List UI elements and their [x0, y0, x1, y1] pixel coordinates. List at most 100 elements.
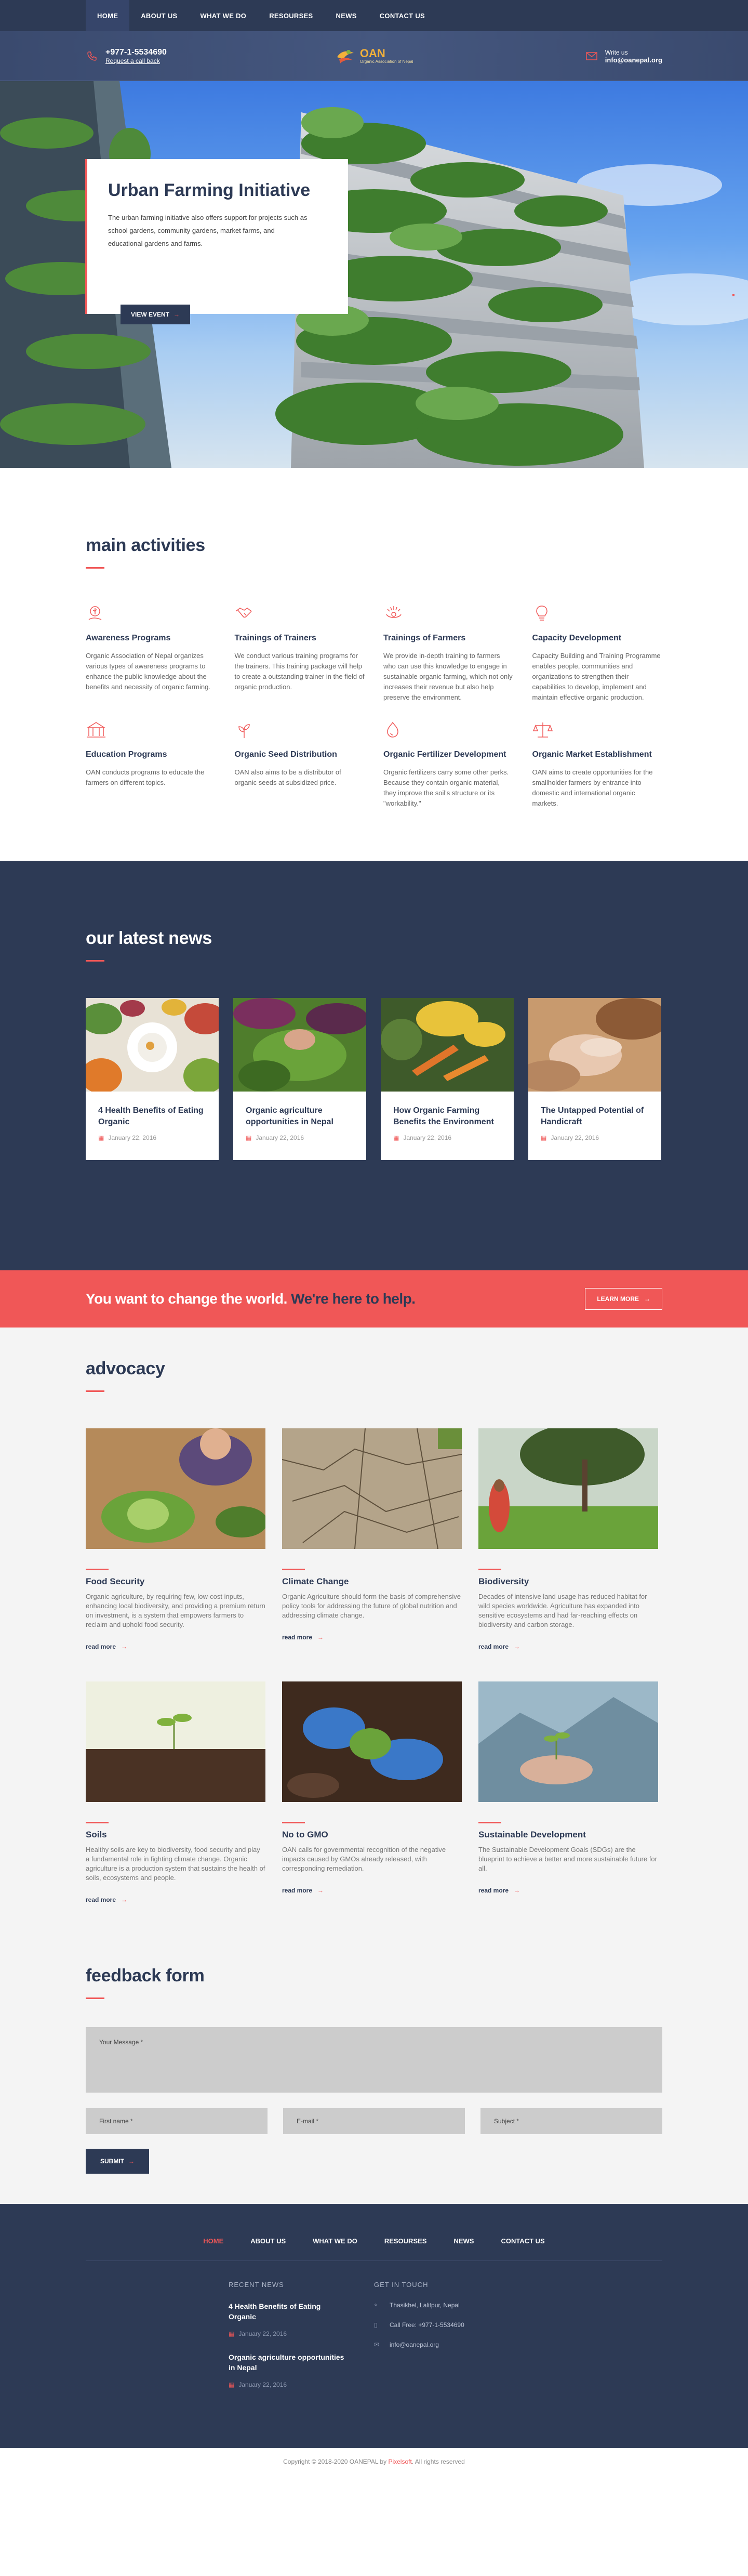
read-more-link[interactable]: read more → — [478, 1887, 658, 1894]
news-image[interactable] — [86, 998, 219, 1092]
read-more-link[interactable]: read more → — [282, 1887, 462, 1894]
nav-news[interactable]: NEWS — [325, 0, 368, 31]
advocacy-card: Biodiversity Decades of intensive land u… — [478, 1428, 658, 1650]
activity-card: Trainings of Trainers We conduct various… — [235, 604, 365, 703]
footer-nav-about-us[interactable]: ABOUT US — [237, 2237, 299, 2245]
nav-about-us[interactable]: ABOUT US — [129, 0, 189, 31]
top-navigation: HOME ABOUT US WHAT WE DO RESOURSES NEWS … — [0, 0, 748, 31]
activity-title[interactable]: Organic Market Establishment — [532, 748, 663, 761]
footer-nav-home[interactable]: HOME — [190, 2237, 237, 2245]
copyright-suffix: . All rights reserved — [411, 2458, 465, 2465]
title-underline — [86, 1997, 104, 1999]
activity-card: Organic Seed Distribution OAN also aims … — [235, 720, 365, 809]
news-image[interactable] — [381, 998, 514, 1092]
nav-resources[interactable]: RESOURSES — [258, 0, 324, 31]
advocacy-card-title[interactable]: Food Security — [86, 1576, 265, 1587]
bulb-icon — [532, 604, 553, 625]
cta-text-navy: We're here to help. — [291, 1291, 416, 1307]
news-card[interactable]: How Organic Farming Benefits the Environ… — [381, 998, 514, 1160]
read-more-link[interactable]: read more → — [86, 1643, 265, 1650]
header-email-link[interactable]: info@oanepal.org — [605, 56, 662, 64]
advocacy-card-title[interactable]: Sustainable Development — [478, 1830, 658, 1840]
activity-title[interactable]: Trainings of Farmers — [383, 632, 514, 645]
message-textarea[interactable]: Your Message * — [86, 2027, 662, 2093]
news-card-date: ▦ January 22, 2016 — [246, 1134, 354, 1141]
news-image[interactable] — [528, 998, 661, 1092]
activity-title[interactable]: Awareness Programs — [86, 632, 216, 645]
calendar-icon: ▦ — [229, 2330, 235, 2337]
subject-input[interactable]: Subject * — [480, 2108, 662, 2134]
footer-nav-news[interactable]: NEWS — [440, 2237, 487, 2245]
card-accent-bar — [478, 1569, 501, 1570]
learn-more-button[interactable]: LEARN MORE → — [585, 1288, 662, 1310]
footer-nav-resources[interactable]: RESOURSES — [371, 2237, 440, 2245]
read-more-link[interactable]: read more → — [86, 1896, 265, 1903]
footer-nav-contact-us[interactable]: CONTACT US — [487, 2237, 558, 2245]
activity-card: Education Programs OAN conducts programs… — [86, 720, 216, 809]
activity-title[interactable]: Education Programs — [86, 748, 216, 761]
news-card-date: ▦ January 22, 2016 — [393, 1134, 501, 1141]
advocacy-image[interactable] — [478, 1681, 658, 1802]
get-in-touch-heading: GET IN TOUCH — [374, 2281, 429, 2289]
news-card[interactable]: 4 Health Benefits of Eating Organic ▦ Jan… — [86, 998, 219, 1160]
activity-text: We provide in-depth training to farmers … — [383, 652, 513, 701]
activity-title[interactable]: Capacity Development — [532, 632, 663, 645]
advocacy-image[interactable] — [478, 1428, 658, 1549]
scale-icon — [532, 720, 553, 741]
read-more-label: read more — [478, 1643, 509, 1650]
footer-columns: RECENT NEWS 4 Health Benefits of Eating … — [218, 2281, 530, 2403]
logo-subtitle: Organic Association of Nepal — [359, 59, 413, 64]
news-card-title[interactable]: The Untapped Potential of Handicraft — [541, 1105, 649, 1128]
header-phone-number[interactable]: +977-1-5534690 — [105, 48, 167, 57]
news-card[interactable]: Organic agriculture opportunities in Nep… — [233, 998, 366, 1160]
card-accent-bar — [86, 1569, 109, 1570]
email-input[interactable]: E-mail * — [283, 2108, 465, 2134]
activity-title[interactable]: Organic Fertilizer Development — [383, 748, 514, 761]
advocacy-image[interactable] — [282, 1681, 462, 1802]
footer-news-date: ▦ January 22, 2016 — [229, 2381, 345, 2388]
first-name-input[interactable]: First name * — [86, 2108, 268, 2134]
nav-home[interactable]: HOME — [86, 0, 130, 31]
advocacy-card: Soils Healthy soils are key to biodivers… — [86, 1681, 265, 1903]
news-card-title[interactable]: Organic agriculture opportunities in Nep… — [246, 1105, 354, 1128]
nav-contact-us[interactable]: CONTACT US — [368, 0, 436, 31]
news-date-text: January 22, 2016 — [256, 1134, 304, 1141]
copyright-brand-link[interactable]: Pixelsoft — [388, 2458, 411, 2465]
advocacy-card-title[interactable]: Biodiversity — [478, 1576, 658, 1587]
latest-news-section: our latest news 4 Health Benefits of Eat… — [0, 861, 748, 1270]
advocacy-card: Sustainable Development The Sustainable … — [478, 1681, 658, 1903]
mobile-phone-icon: ▯ — [374, 2321, 378, 2329]
site-logo[interactable]: OAN Organic Association of Nepal — [335, 46, 417, 67]
advocacy-card: No to GMO OAN calls for governmental rec… — [282, 1681, 462, 1903]
advocacy-image[interactable] — [86, 1428, 265, 1549]
footer-phone-text[interactable]: Call Free: +977-1-5534690 — [390, 2321, 464, 2329]
fertilizer-icon — [383, 720, 404, 741]
footer-nav-what-we-do[interactable]: WHAT WE DO — [299, 2237, 371, 2245]
news-card-title[interactable]: How Organic Farming Benefits the Environ… — [393, 1105, 501, 1128]
advocacy-card-title[interactable]: Soils — [86, 1830, 265, 1840]
advocacy-image[interactable] — [282, 1428, 462, 1549]
footer-news-title[interactable]: Organic agriculture opportunities in Nep… — [229, 2352, 345, 2373]
advocacy-image[interactable] — [86, 1681, 265, 1802]
read-more-link[interactable]: read more → — [282, 1634, 462, 1641]
news-card[interactable]: The Untapped Potential of Handicraft ▦ Ja… — [528, 998, 661, 1160]
footer-news-title[interactable]: 4 Health Benefits of Eating Organic — [229, 2301, 345, 2322]
feedback-form: Your Message * First name * E-mail * Sub… — [86, 2027, 662, 2174]
footer-email-text[interactable]: info@oanepal.org — [390, 2341, 439, 2348]
news-card-title[interactable]: 4 Health Benefits of Eating Organic — [98, 1105, 206, 1128]
activity-title[interactable]: Organic Seed Distribution — [235, 748, 365, 761]
calendar-icon: ▦ — [541, 1134, 547, 1141]
nav-what-we-do[interactable]: WHAT WE DO — [189, 0, 258, 31]
read-more-link[interactable]: read more → — [478, 1643, 658, 1650]
read-more-label: read more — [478, 1887, 509, 1894]
submit-button[interactable]: SUBMIT → — [86, 2149, 149, 2174]
footer-get-in-touch: GET IN TOUCH ⌖ Thasikhel, Lalitpur, Nepal… — [374, 2281, 464, 2403]
view-event-button[interactable]: VIEW EVENT → — [121, 305, 191, 324]
activity-title[interactable]: Trainings of Trainers — [235, 632, 365, 645]
request-callback-link[interactable]: Request a call back — [105, 57, 167, 64]
news-image[interactable] — [233, 998, 366, 1092]
activity-card: Trainings of Farmers We provide in-depth… — [383, 604, 514, 703]
advocacy-card-title[interactable]: No to GMO — [282, 1830, 462, 1840]
news-card-date: ▦ January 22, 2016 — [541, 1134, 649, 1141]
advocacy-card-title[interactable]: Climate Change — [282, 1576, 462, 1587]
